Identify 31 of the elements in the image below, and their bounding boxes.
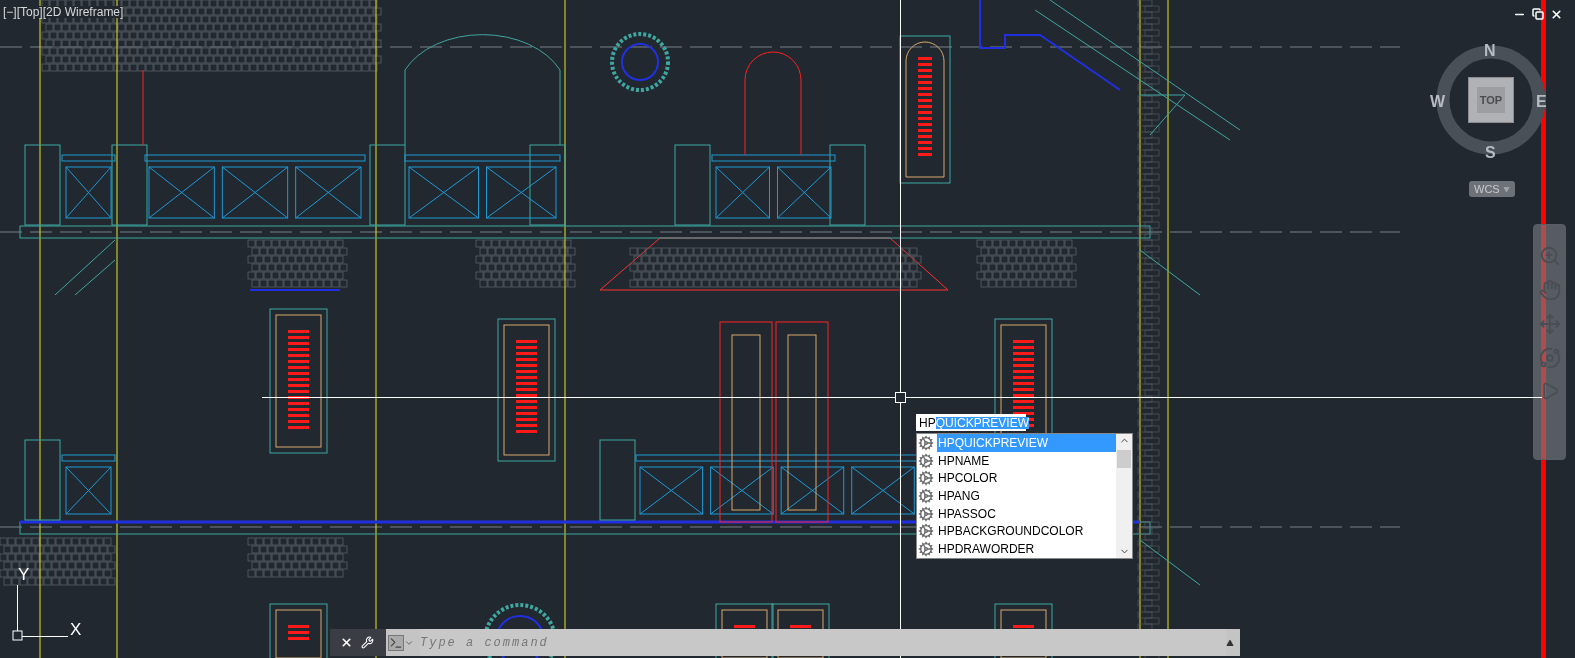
suggestion-item[interactable]: HPASSOC — [917, 504, 1116, 523]
compass-west-label[interactable]: W — [1430, 90, 1446, 114]
command-gear-icon — [918, 523, 934, 540]
x-axis-label: X — [70, 621, 82, 638]
close-icon[interactable] — [340, 636, 353, 649]
suggestion-item[interactable]: HPCOLOR — [917, 469, 1116, 488]
command-gear-icon — [918, 470, 934, 487]
command-gear-icon — [918, 540, 934, 557]
expand-history-icon[interactable] — [1226, 638, 1234, 647]
command-gear-icon — [918, 487, 934, 504]
suggestion-item[interactable]: HPANG — [917, 487, 1116, 505]
restore-icon[interactable] — [1532, 8, 1544, 20]
suggestion-item[interactable]: HPDRAWORDER — [917, 540, 1116, 558]
suggestion-item[interactable]: HPBACKGROUNDCOLOR — [917, 522, 1116, 541]
suggestion-item[interactable]: HPNAME — [917, 451, 1116, 470]
recent-commands-icon[interactable] — [388, 634, 404, 651]
customize-wrench-icon[interactable] — [361, 636, 374, 649]
command-gear-icon — [918, 434, 934, 451]
y-axis-label: Y — [18, 566, 30, 583]
pan-icon[interactable] — [1538, 279, 1561, 301]
orbit-icon[interactable] — [1538, 347, 1561, 369]
command-gear-icon — [918, 452, 934, 469]
command-gear-icon — [918, 505, 934, 522]
scrollbar[interactable] — [1116, 434, 1132, 558]
close-icon[interactable] — [1550, 8, 1563, 21]
compass-north-label[interactable]: N — [1484, 39, 1496, 63]
scrollbar-thumb[interactable] — [1117, 450, 1131, 468]
caret-icon — [1502, 185, 1510, 193]
viewport-control-link[interactable]: [−] — [3, 6, 17, 18]
command-line-field[interactable]: Type a command — [420, 629, 1226, 656]
compass-south-label[interactable]: S — [1485, 141, 1496, 165]
